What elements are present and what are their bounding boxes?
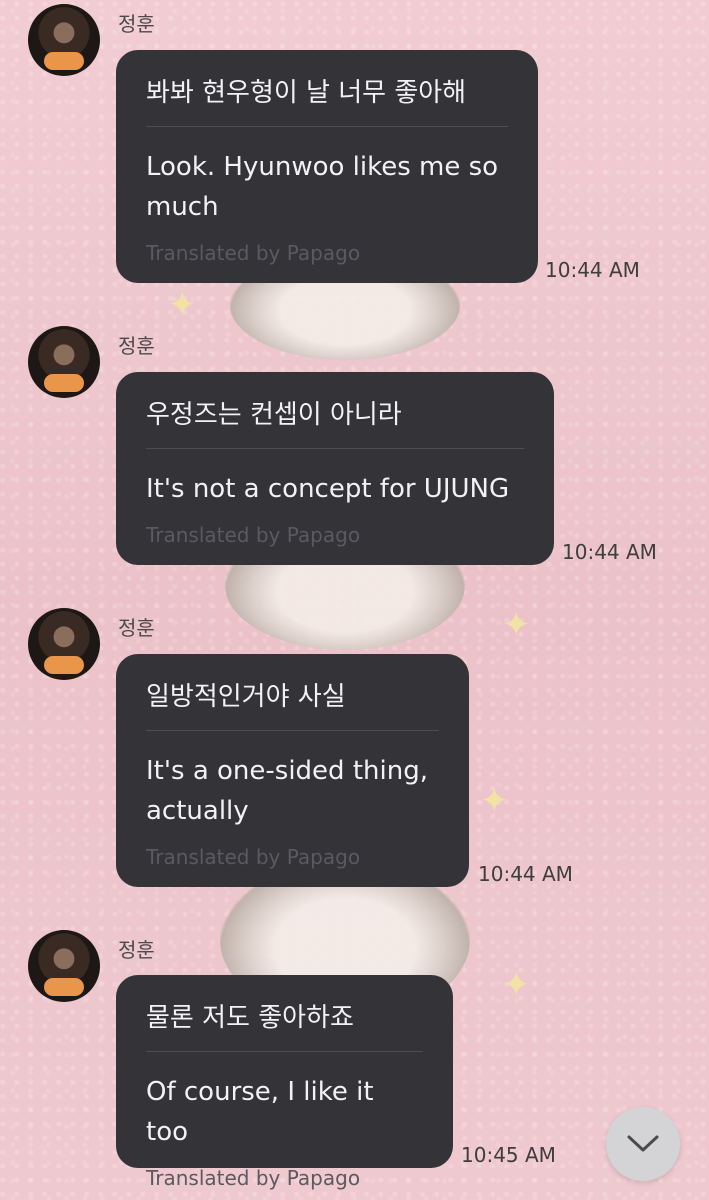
original-text: 일방적인거야 사실	[146, 682, 346, 712]
sender-name: 정훈	[118, 616, 155, 640]
sender-name: 정훈	[118, 334, 155, 358]
sparkle-icon: ✦	[480, 781, 509, 821]
bubble-divider	[146, 1051, 423, 1052]
sparkle-icon: ✦	[502, 605, 531, 645]
translated-text: It's a one-sided thing, actually	[146, 756, 428, 826]
avatar[interactable]	[28, 608, 100, 680]
message-bubble[interactable]: 물론 저도 좋아하죠 Of course, I like it too Tran…	[116, 975, 453, 1190]
translation-credit: Translated by Papago	[146, 523, 361, 547]
sparkle-icon: ✦	[168, 285, 197, 325]
translated-text: It's not a concept for UJUNG	[146, 474, 510, 504]
scroll-to-bottom-button[interactable]	[606, 1107, 680, 1181]
avatar[interactable]	[28, 326, 100, 398]
original-text: 봐봐 현우형이 날 너무 좋아해	[146, 78, 467, 108]
bubble-divider	[146, 448, 524, 449]
avatar[interactable]	[28, 930, 100, 1002]
message-bubble[interactable]: 일방적인거야 사실 It's a one-sided thing, actual…	[116, 654, 469, 887]
translation-credit: Translated by Papago	[146, 241, 361, 265]
timestamp: 10:45 AM	[461, 1143, 556, 1167]
chevron-down-icon	[627, 1135, 659, 1152]
translation-credit: Translated by Papago	[146, 845, 361, 869]
sparkle-icon: ✦	[502, 965, 531, 1005]
translation-credit: Translated by Papago	[146, 1166, 361, 1190]
sender-name: 정훈	[118, 938, 155, 962]
message-bubble[interactable]: 봐봐 현우형이 날 너무 좋아해 Look. Hyunwoo likes me …	[116, 50, 538, 283]
translated-text: Of course, I like it too	[146, 1077, 374, 1147]
bubble-divider	[146, 730, 439, 731]
timestamp: 10:44 AM	[478, 862, 573, 886]
sender-name: 정훈	[118, 12, 155, 36]
avatar[interactable]	[28, 4, 100, 76]
original-text: 우정즈는 컨셉이 아니라	[146, 400, 402, 430]
translated-text: Look. Hyunwoo likes me so much	[146, 152, 499, 222]
original-text: 물론 저도 좋아하죠	[146, 1003, 354, 1033]
timestamp: 10:44 AM	[545, 258, 640, 282]
timestamp: 10:44 AM	[562, 540, 657, 564]
message-bubble[interactable]: 우정즈는 컨셉이 아니라 It's not a concept for UJUN…	[116, 372, 554, 565]
bubble-divider	[146, 126, 508, 127]
